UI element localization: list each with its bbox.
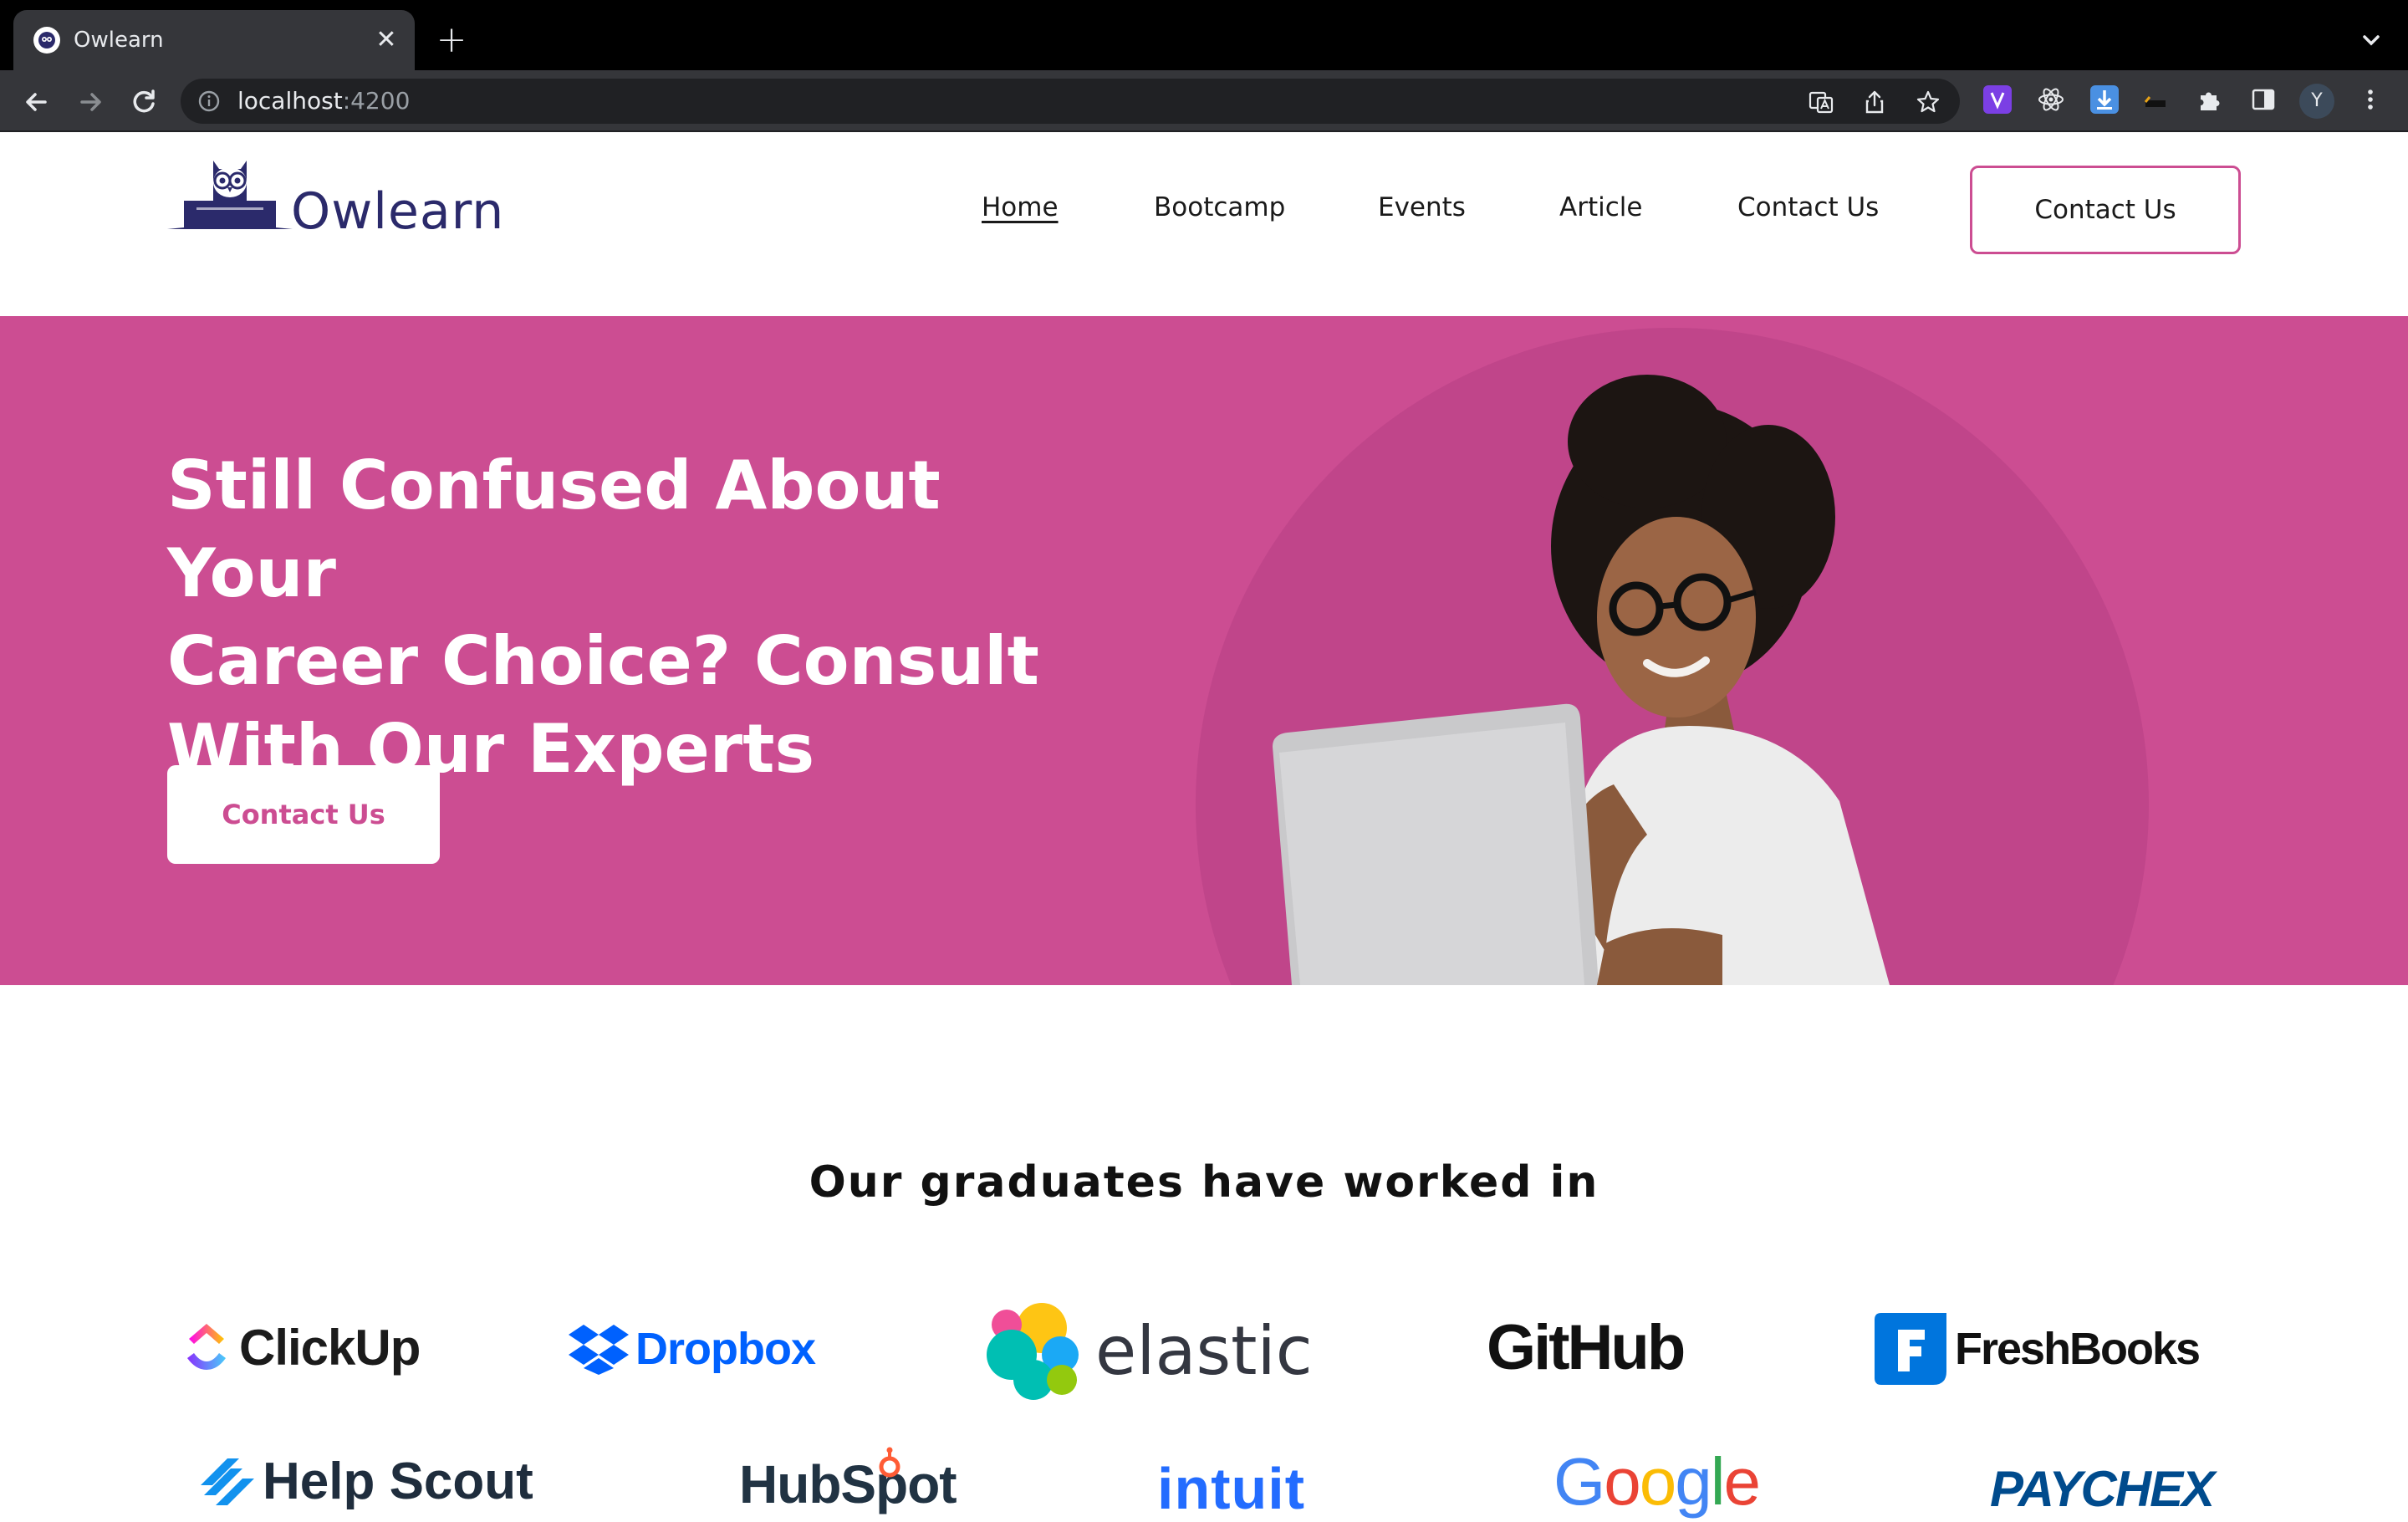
browser-menu-dots-icon[interactable] [2356, 85, 2385, 114]
nav-contact-us[interactable]: Contact Us [1737, 191, 1879, 224]
google-logo: Google [1553, 1443, 1761, 1520]
freshbooks-mark-icon [1875, 1313, 1946, 1385]
extension-dark-icon[interactable] [2142, 85, 2171, 114]
site-header: Owlearn Home Bootcamp Events Article Con… [0, 132, 2408, 316]
hero-title-line: Still Confused About Your [167, 447, 941, 612]
download-extension-icon[interactable] [2090, 85, 2119, 114]
intuit-logo: intuit [1157, 1455, 1305, 1522]
hubspot-logo: HubSpot [739, 1447, 957, 1515]
brand-name: ClickUp [239, 1319, 421, 1376]
clickup-mark-icon [187, 1324, 226, 1370]
new-tab-plus-icon[interactable]: + [435, 22, 468, 59]
browser-tab-strip: Owlearn ✕ + [0, 0, 2408, 70]
browser-tab[interactable]: Owlearn ✕ [13, 10, 415, 70]
dropbox-mark-icon [569, 1325, 629, 1375]
translate-icon[interactable] [1808, 89, 1834, 115]
back-arrow-icon[interactable] [18, 84, 55, 120]
reload-icon[interactable] [125, 84, 162, 120]
hubspot-sprocket-icon [879, 1447, 900, 1478]
brand-name: Help Scout [263, 1453, 533, 1510]
tab-title: Owlearn [74, 28, 164, 53]
brand-name: GitHub [1487, 1312, 1686, 1383]
owl-logo-icon [167, 161, 293, 229]
brand-name: intuit [1157, 1456, 1306, 1521]
logo-text: Owlearn [291, 182, 505, 241]
logo[interactable]: Owlearn [167, 151, 505, 243]
nav-bootcamp[interactable]: Bootcamp [1154, 191, 1285, 224]
header-contact-button[interactable]: Contact Us [1970, 166, 2241, 254]
brand-name: elastic [1095, 1311, 1313, 1390]
address-bar[interactable]: localhost:4200 [181, 79, 1960, 124]
github-logo: GitHub [1487, 1311, 1686, 1384]
clickup-logo: ClickUp [182, 1318, 421, 1376]
brand-name: Dropbox [635, 1324, 816, 1374]
brand-name: FreshBooks [1955, 1324, 2201, 1374]
hero-title: Still Confused About Your Career Choice?… [167, 442, 1087, 793]
url-text: localhost:4200 [237, 87, 410, 115]
brand-name: PAYCHEX [1990, 1461, 2215, 1517]
hero-contact-button[interactable]: Contact Us [167, 765, 440, 864]
dropbox-logo: Dropbox [569, 1323, 816, 1375]
extensions-puzzle-icon[interactable] [2196, 85, 2224, 114]
elastic-mark-icon [987, 1303, 1079, 1400]
graduates-title: Our graduates have worked in [809, 1157, 1599, 1208]
share-icon[interactable] [1861, 89, 1888, 115]
tab-search-chevron-icon[interactable] [2354, 23, 2388, 57]
site-info-icon[interactable] [197, 89, 221, 113]
url-port: :4200 [342, 87, 411, 115]
nav-events[interactable]: Events [1378, 191, 1466, 224]
browser-toolbar: localhost:4200 Y [0, 70, 2408, 132]
freshbooks-logo: FreshBooks [1875, 1313, 2201, 1385]
side-panel-icon[interactable] [2249, 85, 2278, 114]
extension-v-icon[interactable] [1983, 85, 2012, 114]
paychex-logo: PAYCHEX [1990, 1460, 2215, 1518]
hero-title-line: Career Choice? Consult [167, 622, 1039, 700]
react-devtools-icon[interactable] [2037, 85, 2065, 114]
brand-name: HubSpot [739, 1454, 957, 1514]
nav-article[interactable]: Article [1559, 191, 1642, 224]
profile-avatar[interactable]: Y [2299, 84, 2334, 119]
elastic-logo: elastic [983, 1300, 1313, 1402]
brand-name: Google [1553, 1444, 1761, 1519]
helpscout-mark-icon [201, 1458, 254, 1505]
url-host: localhost [237, 87, 343, 115]
nav-home[interactable]: Home [982, 191, 1059, 224]
bookmark-star-icon[interactable] [1915, 89, 1941, 115]
owl-favicon-icon [33, 27, 60, 54]
helpscout-logo: Help Scout [197, 1452, 533, 1511]
hero-section: Still Confused About Your Career Choice?… [0, 316, 2408, 985]
student-with-laptop-image [1273, 375, 1890, 985]
forward-arrow-icon[interactable] [72, 84, 109, 120]
close-tab-icon[interactable]: ✕ [371, 25, 401, 55]
